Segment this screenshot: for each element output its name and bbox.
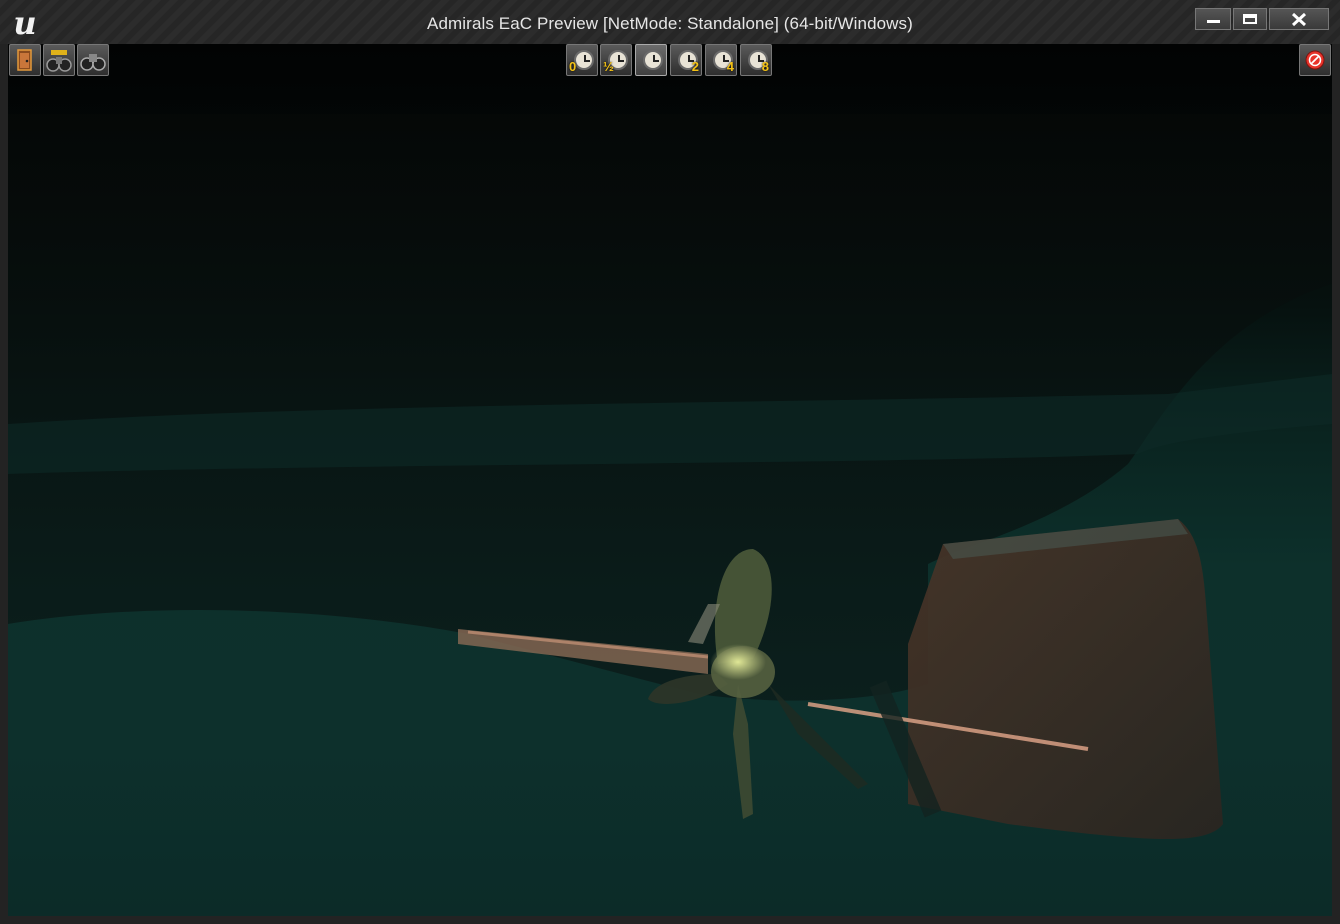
time-speed-label: 0 bbox=[569, 59, 577, 74]
time-speed-1-button[interactable] bbox=[635, 44, 667, 76]
rudder bbox=[908, 519, 1223, 839]
time-speed-label: 4 bbox=[726, 59, 734, 74]
time-speed-half-button[interactable]: ½ bbox=[600, 44, 632, 76]
window-title: Admirals EaC Preview [NetMode: Standalon… bbox=[427, 14, 913, 33]
binoculars-alt-button[interactable] bbox=[43, 44, 75, 76]
clock-icon bbox=[643, 50, 663, 70]
underwater-scene bbox=[8, 114, 1332, 839]
binoculars-icon bbox=[80, 54, 106, 71]
game-window: u Admirals EaC Preview [NetMode: Standal… bbox=[0, 0, 1340, 924]
time-speed-8-button[interactable]: 8 bbox=[740, 44, 772, 76]
no-entry-button[interactable] bbox=[1299, 44, 1331, 76]
exit-door-button[interactable] bbox=[9, 44, 41, 76]
time-speed-label: ½ bbox=[603, 59, 614, 74]
binoculars-icon bbox=[46, 50, 72, 72]
propeller-light-glow bbox=[710, 644, 766, 680]
maximize-button[interactable] bbox=[1233, 8, 1267, 30]
propeller-blade-down bbox=[733, 684, 753, 819]
minimize-icon bbox=[1207, 20, 1220, 23]
maximize-icon bbox=[1243, 14, 1257, 24]
game-viewport[interactable]: 0 ½ 2 4 8 bbox=[8, 44, 1332, 916]
time-speed-toolbar: 0 ½ 2 4 8 bbox=[566, 44, 776, 76]
minimize-button[interactable] bbox=[1195, 8, 1231, 30]
title-bar[interactable]: u Admirals EaC Preview [NetMode: Standal… bbox=[0, 0, 1340, 44]
close-button[interactable] bbox=[1269, 8, 1329, 30]
close-icon bbox=[1291, 12, 1307, 27]
binoculars-button[interactable] bbox=[77, 44, 109, 76]
time-speed-2-button[interactable]: 2 bbox=[670, 44, 702, 76]
prohibited-icon bbox=[1305, 50, 1325, 70]
time-speed-4-button[interactable]: 4 bbox=[705, 44, 737, 76]
time-speed-label: 2 bbox=[691, 59, 699, 74]
clock-icon bbox=[574, 50, 594, 70]
time-speed-0-button[interactable]: 0 bbox=[566, 44, 598, 76]
door-icon bbox=[17, 49, 32, 71]
time-speed-label: 8 bbox=[761, 59, 769, 74]
